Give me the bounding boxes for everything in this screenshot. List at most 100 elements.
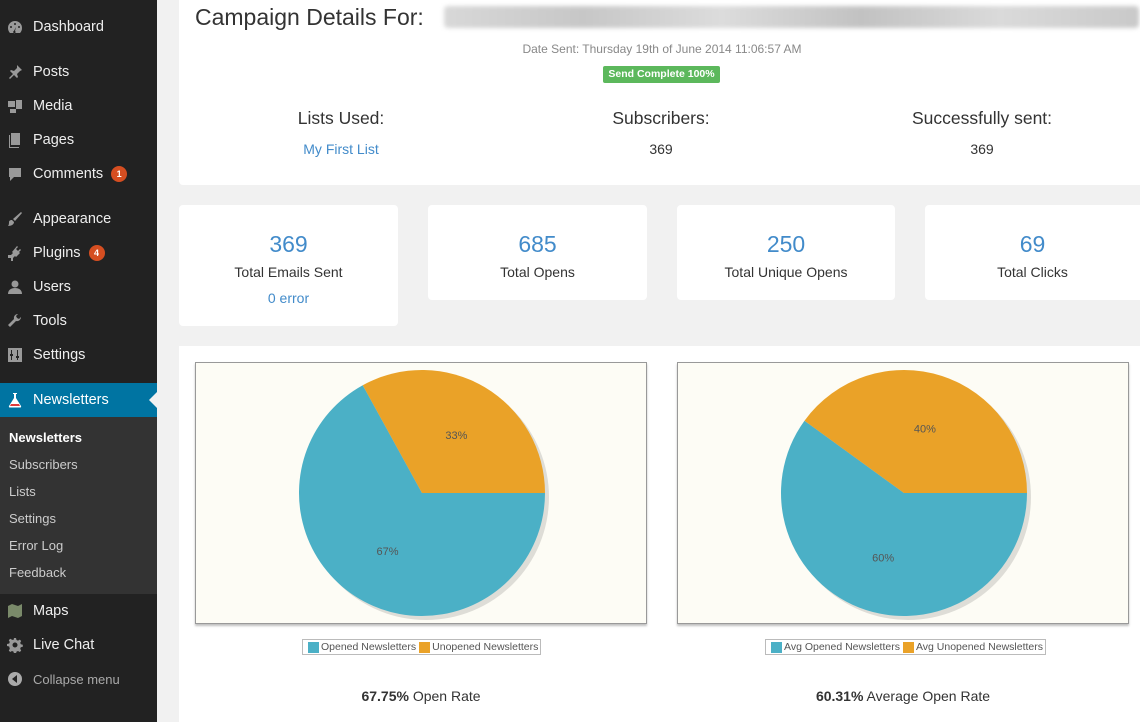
plug-icon [7, 245, 23, 261]
avg-open-rate-text: 60.31% Average Open Rate [677, 688, 1129, 704]
menu-item-live-chat[interactable]: Live Chat [0, 630, 157, 660]
menu-label: Media [33, 98, 73, 114]
pin-icon [7, 64, 23, 80]
map-icon [7, 603, 23, 619]
flask-icon [7, 392, 23, 408]
submenu-settings[interactable]: Settings [9, 511, 56, 526]
card-total-unique-opens: 250 Total Unique Opens [677, 205, 895, 300]
card-value: 369 [269, 231, 308, 257]
menu-item-appearance[interactable]: Appearance [0, 204, 157, 234]
card-label: Total Opens [500, 264, 575, 280]
menu-label: Appearance [33, 211, 112, 227]
avg-open-rate-pie-chart: 60% 40% [677, 362, 1129, 624]
pie-data-label: 67% [377, 546, 399, 558]
menu-item-plugins[interactable]: Plugins 4 [0, 238, 157, 268]
menu-label: Settings [33, 347, 86, 363]
open-rate-legend: Opened Newsletters Unopened Newsletters [302, 639, 542, 655]
subscribers-heading: Subscribers: [612, 108, 710, 128]
submenu-feedback[interactable]: Feedback [9, 565, 66, 580]
submenu-lists[interactable]: Lists [9, 484, 36, 499]
wrench-icon [7, 313, 23, 329]
successfully-sent-column: Successfully sent: 369 [832, 108, 1132, 157]
submenu-error-log[interactable]: Error Log [9, 538, 63, 553]
avg-open-rate-pie-svg: 60% 40% [781, 370, 1031, 620]
menu-item-tools[interactable]: Tools [0, 306, 157, 336]
legend-label: Avg Unopened Newsletters [915, 641, 1043, 653]
comments-count-badge: 1 [111, 166, 128, 182]
admin-sidebar: Dashboard Posts Media Pages Comments 1 A… [0, 0, 157, 722]
legend-swatch-avg-unopened [902, 641, 914, 653]
status-badge: Send Complete 100% [603, 66, 720, 83]
successfully-sent-value: 369 [970, 141, 994, 157]
successfully-sent-heading: Successfully sent: [911, 108, 1053, 128]
menu-label: Live Chat [33, 637, 95, 653]
menu-item-pages[interactable]: Pages [0, 125, 157, 155]
card-value: 685 [518, 231, 557, 257]
page-title: Campaign Details For: [195, 4, 424, 30]
pie-data-label: 40% [914, 424, 936, 436]
gear-icon [7, 637, 23, 653]
menu-item-dashboard[interactable]: Dashboard [0, 12, 157, 42]
open-rate-pie-chart: 67% 33% [195, 362, 647, 624]
paintbrush-icon [7, 211, 23, 227]
menu-label: Tools [33, 313, 67, 329]
legend-label: Avg Opened Newsletters [784, 641, 900, 653]
legend-swatch-avg-opened [771, 641, 782, 653]
menu-label: Newsletters [33, 392, 109, 408]
campaign-header-panel: Campaign Details For: Date Sent: Thursda… [179, 0, 1140, 185]
card-label: Total Unique Opens [724, 264, 848, 280]
collapse-menu-button[interactable]: Collapse menu [0, 664, 157, 694]
menu-label: Collapse menu [33, 671, 120, 687]
open-rate-pie-svg: 67% 33% [299, 370, 549, 620]
newsletters-submenu: Newsletters Subscribers Lists Settings E… [0, 417, 157, 594]
legend-swatch-unopened [419, 641, 431, 653]
submenu-subscribers[interactable]: Subscribers [9, 457, 78, 472]
media-icon [7, 98, 23, 114]
subscribers-column: Subscribers: 369 [511, 108, 811, 157]
card-label: Total Emails Sent [234, 264, 343, 280]
pages-icon [7, 132, 23, 148]
active-menu-arrow [149, 392, 157, 408]
menu-label: Users [33, 279, 71, 295]
open-rate-value: 67.75% [361, 688, 409, 704]
menu-label: Plugins [33, 245, 81, 261]
menu-item-maps[interactable]: Maps [0, 596, 157, 626]
submenu-newsletters[interactable]: Newsletters [9, 430, 82, 445]
avg-open-rate-value: 60.31% [815, 688, 864, 704]
collapse-arrow-icon [7, 671, 23, 687]
menu-item-newsletters[interactable]: Newsletters [0, 383, 157, 417]
menu-label: Maps [33, 603, 69, 619]
lists-used-column: Lists Used: My First List [191, 108, 491, 157]
menu-label: Posts [33, 64, 70, 80]
menu-label: Pages [33, 132, 75, 148]
menu-item-comments[interactable]: Comments 1 [0, 159, 157, 189]
date-sent-text: Date Sent: Thursday 19th of June 2014 11… [522, 42, 802, 56]
error-count-link[interactable]: 0 error [179, 290, 398, 306]
lists-used-heading: Lists Used: [297, 108, 385, 128]
plugins-update-badge: 4 [88, 245, 105, 261]
charts-panel: 67% 33% Opened Newsletters Unopened Newsl… [179, 346, 1140, 722]
card-total-emails-sent: 369 Total Emails Sent 0 error [179, 205, 398, 326]
card-value: 250 [766, 231, 806, 257]
menu-item-settings[interactable]: Settings [0, 340, 157, 370]
pie-data-label: 33% [445, 430, 467, 442]
card-total-opens: 685 Total Opens [428, 205, 647, 300]
lists-used-link[interactable]: My First List [191, 141, 491, 157]
sliders-icon [7, 347, 23, 363]
legend-label: Unopened Newsletters [432, 641, 539, 653]
card-total-clicks: 69 Total Clicks [925, 205, 1140, 300]
open-rate-text: 67.75% Open Rate [195, 688, 647, 704]
card-label: Total Clicks [997, 264, 1068, 280]
menu-item-posts[interactable]: Posts [0, 57, 157, 87]
campaign-name-redacted [444, 6, 1139, 28]
dashboard-icon [7, 19, 23, 35]
menu-item-users[interactable]: Users [0, 272, 157, 302]
subscribers-value: 369 [649, 141, 673, 157]
menu-item-media[interactable]: Media [0, 91, 157, 121]
menu-label: Comments [33, 166, 104, 182]
menu-label: Dashboard [33, 19, 104, 35]
avg-open-rate-legend: Avg Opened Newsletters Avg Unopened News… [765, 639, 1046, 655]
avg-open-rate-label: Average Open Rate [866, 688, 991, 704]
open-rate-label: Open Rate [412, 688, 481, 704]
legend-swatch-opened [308, 641, 319, 653]
